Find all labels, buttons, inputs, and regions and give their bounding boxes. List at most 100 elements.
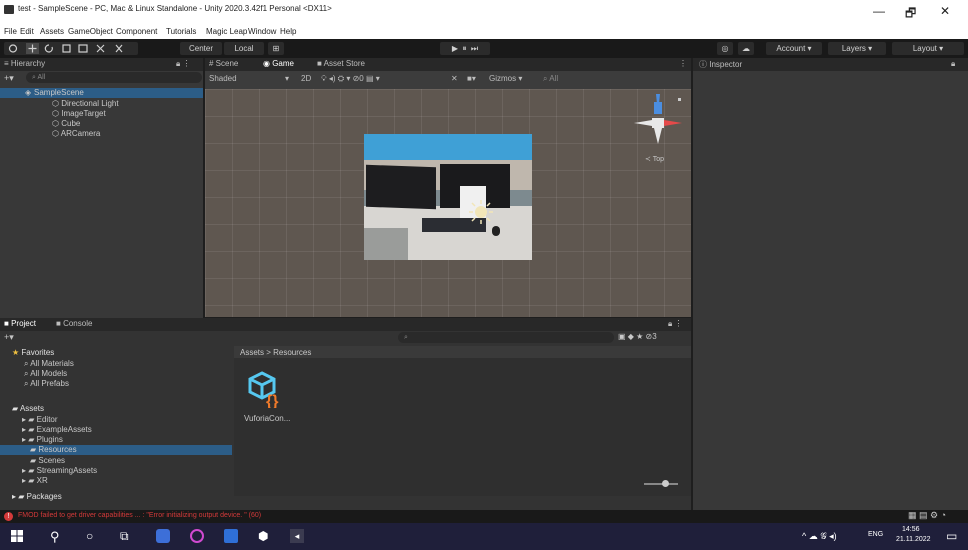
favorite-item[interactable]: ⌕ All Prefabs [24,379,69,389]
project-create-button[interactable]: +▾ [4,332,14,343]
menu-assets[interactable]: Assets [40,27,64,36]
folder-item-selected: ▰ Resources [30,445,77,454]
asset-name[interactable]: VuforiaCon... [244,414,290,423]
app-taskbar-icon[interactable]: ◂ [290,529,304,543]
tools-icon[interactable]: ✕ [451,74,458,83]
minimize-button[interactable]: — [873,4,885,18]
menu-gameobject[interactable]: GameObject [68,27,113,36]
shading-dropdown[interactable]: Shaded [209,74,237,83]
hierarchy-item[interactable]: ⬡ Cube [52,119,80,128]
maximize-button[interactable]: 🗗 [905,4,916,25]
transform-tool-icon[interactable] [96,44,105,53]
chat-app-icon[interactable] [156,529,170,543]
word-icon[interactable] [224,529,238,543]
clock-time[interactable]: 14:56 [902,526,920,533]
svg-text:{}: {} [266,393,278,408]
folder-item[interactable]: ▸ ▰ Editor [22,415,58,424]
tab-inspector[interactable]: ⓘ Inspector [699,59,742,70]
hierarchy-search-input[interactable]: ⌕ All [26,72,202,83]
project-lock-icon[interactable]: 🔒︎ ⋮ [668,319,682,329]
2d-toggle[interactable]: 2D [301,74,311,83]
zoom-slider[interactable] [644,483,678,485]
tab-scene[interactable]: # Scene [209,59,238,68]
rotate-tool-icon[interactable] [44,44,53,53]
assets-header[interactable]: ▰ Assets [12,404,44,413]
lighting-toggle-icon[interactable]: 💡︎ ◂) ⛭ ▾ ⊘0 ▤ ▾ [321,74,380,84]
tab-asset-store[interactable]: ■ Asset Store [317,59,365,68]
rect-tool-icon[interactable] [78,44,88,53]
lock-icon[interactable]: 🔒︎ ⋮ [176,59,190,69]
shading-arrow-icon[interactable]: ▾ [285,74,289,83]
menu-window[interactable]: Window [248,27,276,36]
menu-file[interactable]: File [4,27,17,36]
directional-light-icon[interactable] [468,199,494,225]
status-icons[interactable]: ▦ ▤ ⚙ ◔ [908,510,946,521]
tab-hierarchy[interactable]: ≡ Hierarchy [4,59,45,68]
layers-dropdown[interactable]: Layers ▾ [828,42,886,55]
collab-icon: ◎ [721,44,729,53]
project-search-input[interactable]: ⌕ [398,332,614,343]
cloud-button[interactable]: ☁ [738,42,754,55]
folder-item[interactable]: ▰ Scenes [30,456,65,465]
selected-folder-row[interactable]: ▰ Resources [0,445,232,455]
hierarchy-item[interactable]: ⬡ Directional Light [52,99,119,108]
scene-row[interactable]: SampleScene ◈ [0,88,203,98]
inspector-lock-icon[interactable]: 🔒︎ [951,59,955,69]
close-button[interactable]: ✕ [940,4,950,18]
menu-help[interactable]: Help [280,27,296,36]
folder-item[interactable]: ▸ ▰ Plugins [22,435,63,444]
tab-console[interactable]: ■ Console [56,319,92,328]
menu-edit[interactable]: Edit [20,27,34,36]
packages-header[interactable]: ▸ ▰ Packages [12,492,62,501]
error-message[interactable]: FMOD failed to get driver capabilities .… [18,512,261,519]
language-indicator[interactable]: ENG [868,531,883,538]
gizmos-dropdown[interactable]: Gizmos ▾ [489,74,522,83]
hierarchy-item[interactable]: ⬡ ImageTarget [52,109,106,118]
grid-snap-button[interactable]: ⊞ [268,42,284,55]
pause-icon[interactable]: ⏸ [462,44,466,53]
menu-component[interactable]: Component [116,27,157,36]
menu-tutorials[interactable]: Tutorials [166,27,196,36]
layout-dropdown[interactable]: Layout ▾ [892,42,964,55]
folder-item[interactable]: ▸ ▰ XR [22,476,48,485]
step-icon[interactable]: ⏭ [471,44,478,53]
opera-icon[interactable] [190,529,204,543]
hand-tool-icon[interactable] [8,44,18,53]
cortana-icon[interactable]: ○ [86,529,100,543]
clock-date[interactable]: 21.11.2022 [896,536,931,543]
tray-icons[interactable]: ^ ☁ 𝒢 ◂) [802,531,837,542]
image-target[interactable] [364,134,532,260]
vuforia-config-icon[interactable]: {} [248,370,288,408]
task-view-icon[interactable]: ⧉ [120,529,134,543]
favorite-item[interactable]: ⌕ All Materials [24,359,74,369]
favorites-header[interactable]: ★ Favorites [12,348,54,357]
search-icon[interactable]: ⚲ [50,529,64,544]
camera-icon[interactable]: ■▾ [467,74,476,83]
collab-button[interactable]: ◎ [717,42,733,55]
scene-menu-icon[interactable]: ⋮ [679,59,687,68]
folder-item[interactable]: ▸ ▰ ExampleAssets [22,425,92,434]
scale-tool-icon[interactable] [62,44,71,53]
create-button[interactable]: +▾ [4,73,14,84]
space-toggle[interactable]: Local [224,42,264,55]
breadcrumb[interactable]: Assets > Resources [240,348,311,357]
pivot-toggle[interactable]: Center [180,42,222,55]
windows-start-icon[interactable] [10,529,24,543]
custom-tool-icon[interactable] [115,44,123,53]
scene-search-input[interactable]: ⌕ All [543,74,558,84]
notifications-icon[interactable]: ▭ [946,529,957,543]
folder-item[interactable]: ▸ ▰ StreamingAssets [22,466,97,475]
scene-gizmo[interactable] [632,92,688,152]
play-icon[interactable]: ▶ [452,44,458,53]
zoom-slider-handle[interactable] [662,480,669,487]
scene-tab-bar: # Scene ◉ Game ■ Asset Store ⋮ [205,58,691,71]
tab-project[interactable]: ■ Project [4,319,36,328]
account-dropdown[interactable]: Account ▾ [766,42,822,55]
mode-label: 2D [301,74,312,83]
project-filter-icons[interactable]: ▣ ◆ ★ ⊘3 [618,332,657,341]
unity-taskbar-icon[interactable]: ⬢ [258,529,272,543]
favorite-item[interactable]: ⌕ All Models [24,369,67,379]
hierarchy-item[interactable]: ⬡ ARCamera [52,129,100,138]
tab-game[interactable]: ◉ Game [263,59,294,68]
menu-magic-leap[interactable]: Magic Leap [206,27,247,36]
